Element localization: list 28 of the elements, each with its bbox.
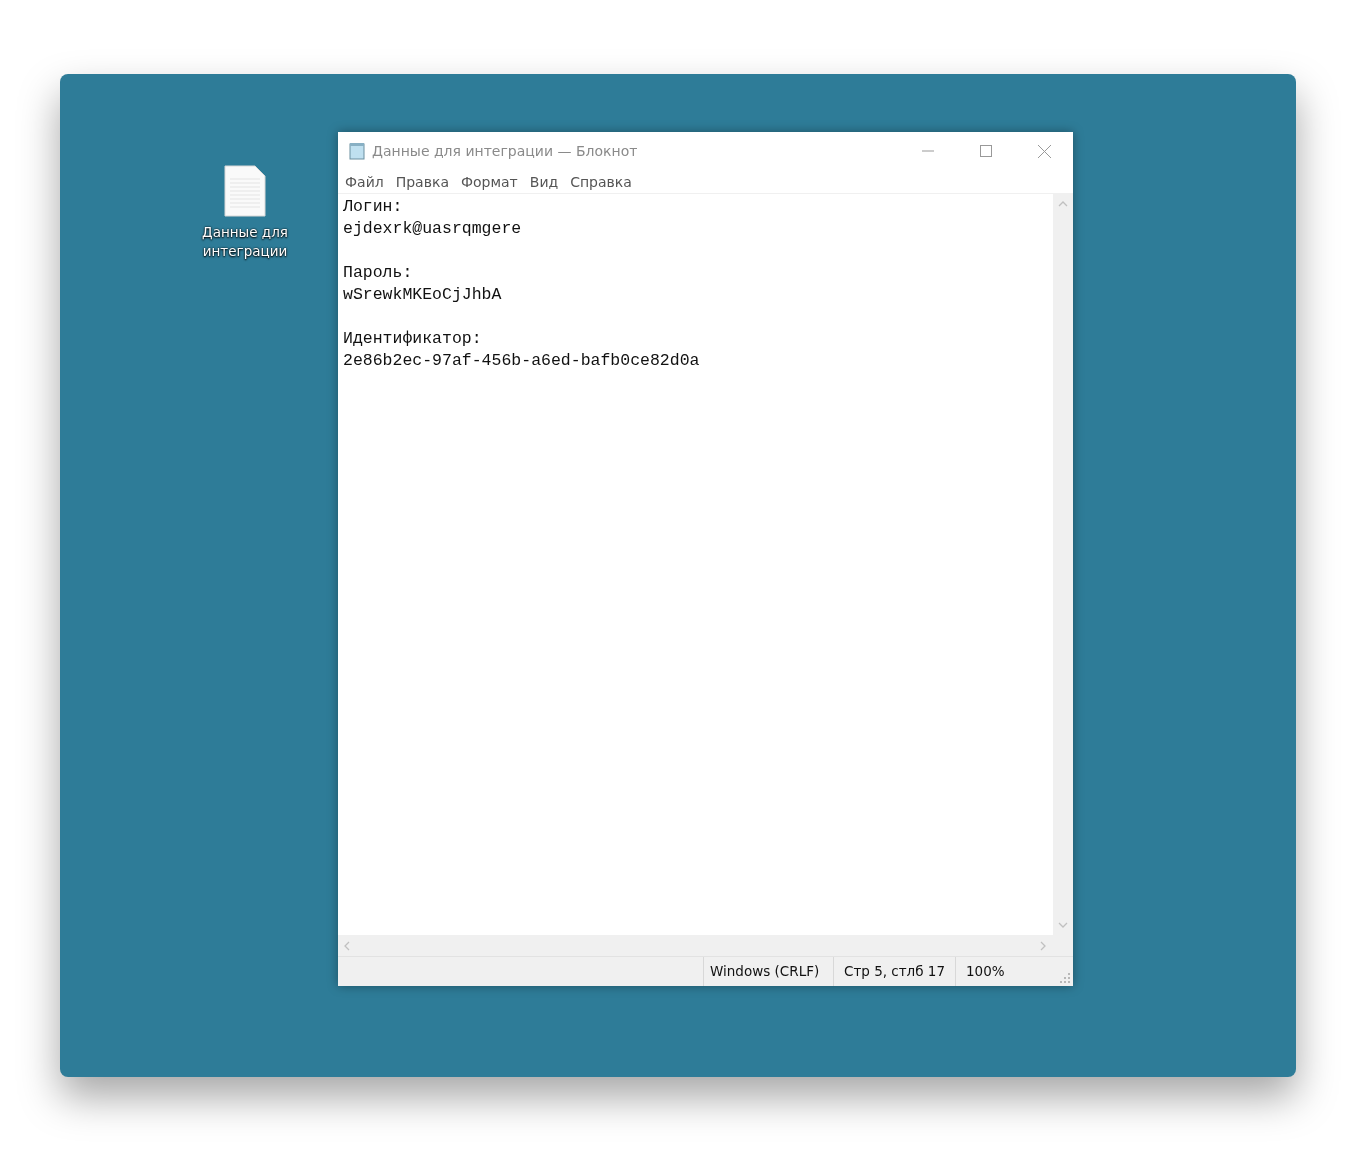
text-file-icon[interactable] — [224, 165, 266, 217]
text-line: Логин: — [343, 196, 404, 218]
menu-item[interactable]: Формат — [455, 170, 525, 193]
menu-item[interactable]: Вид — [524, 170, 566, 193]
text-editor[interactable]: Логин: ejdexrk@uasrqmgere Пароль: wSrewkMKEoCjJhbA Идентификатор: 2e86b2ec-97af-456b-a6ed-bafb0ce82d0a — [338, 194, 1053, 935]
menu-item[interactable]: Правка — [390, 170, 456, 193]
text-line: ejdexrk@uasrqmgere — [343, 218, 523, 240]
desktop-icon-label[interactable]: Данные для интеграции — [195, 223, 295, 261]
scroll-right-icon[interactable] — [1040, 940, 1047, 951]
status-text: Windows (CRLF) — [703, 957, 833, 986]
resize-grip-icon[interactable] — [1060, 973, 1071, 984]
notepad-icon — [348, 142, 366, 160]
text-line: wSrewkMKEoCjJhbA — [343, 284, 503, 306]
scroll-left-icon[interactable] — [343, 940, 350, 951]
text-line: Идентификатор: — [343, 328, 483, 350]
text-line: 2e86b2ec-97af-456b-a6ed-bafb0ce82d0a — [343, 350, 701, 372]
vertical-scrollbar[interactable] — [1053, 194, 1073, 935]
text-line: Пароль: — [343, 262, 414, 284]
menu-item[interactable]: Файл — [340, 170, 391, 193]
scroll-down-icon[interactable] — [1058, 922, 1068, 929]
minimize-icon — [922, 150, 934, 152]
status-text: Стр 5, стлб 17 — [833, 957, 955, 986]
menu-item[interactable]: Справка — [565, 170, 639, 193]
scroll-up-icon[interactable] — [1058, 200, 1068, 207]
maximize-icon — [980, 145, 992, 157]
horizontal-scrollbar[interactable] — [338, 935, 1073, 956]
window-title: Данные для интеграции — Блокнот — [372, 143, 639, 159]
close-icon — [1037, 144, 1051, 158]
